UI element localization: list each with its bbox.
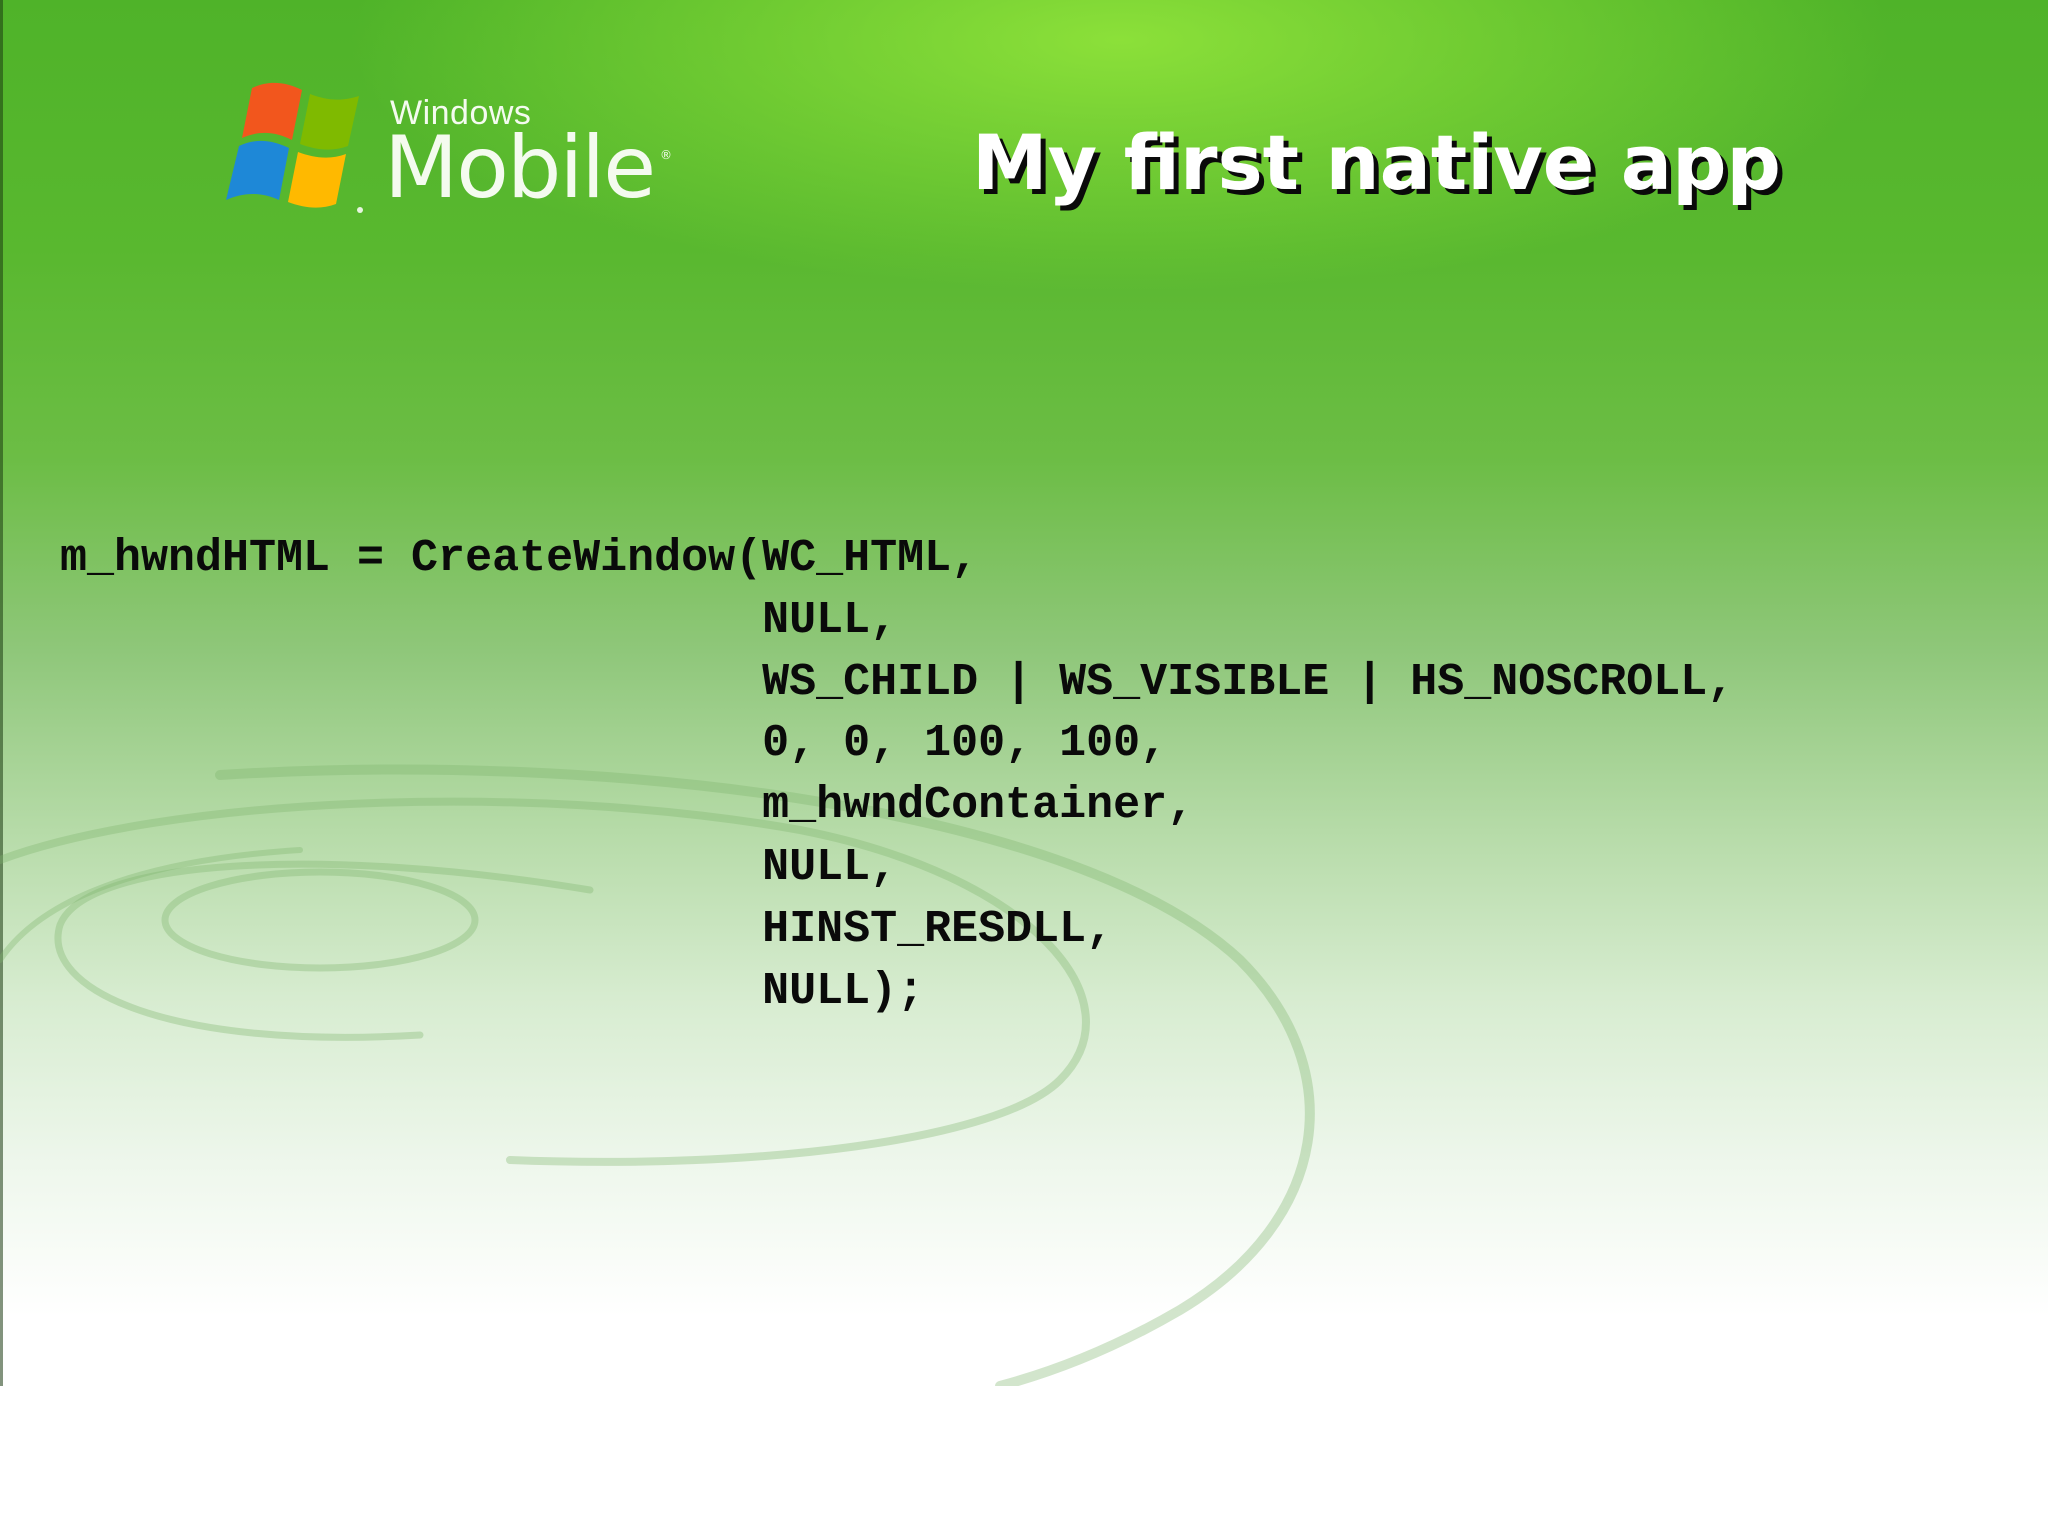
code-line: 0, 0, 100, 100,: [60, 718, 1168, 770]
windows-mobile-logo: Windows Mobile ®: [214, 80, 684, 230]
windows-flag-icon: [226, 82, 363, 213]
code-block: m_hwndHTML = CreateWindow(WC_HTML, NULL,…: [60, 528, 1734, 1022]
code-line: NULL);: [60, 965, 925, 1017]
code-line: NULL,: [60, 594, 898, 646]
code-line: HINST_RESDLL,: [60, 903, 1114, 955]
code-line: WS_CHILD | WS_VISIBLE | HS_NOSCROLL,: [60, 656, 1735, 708]
code-line: NULL,: [60, 841, 898, 893]
logo-mobile-word: Mobile: [384, 118, 656, 218]
code-line: m_hwndContainer,: [60, 780, 1195, 832]
logo-registered-mark: ®: [660, 148, 672, 162]
code-line: m_hwndHTML = CreateWindow(WC_HTML,: [60, 533, 979, 584]
slide-title: My first native app: [972, 118, 1781, 207]
slide: Windows Mobile ® My first native app m_h…: [0, 0, 2048, 1386]
